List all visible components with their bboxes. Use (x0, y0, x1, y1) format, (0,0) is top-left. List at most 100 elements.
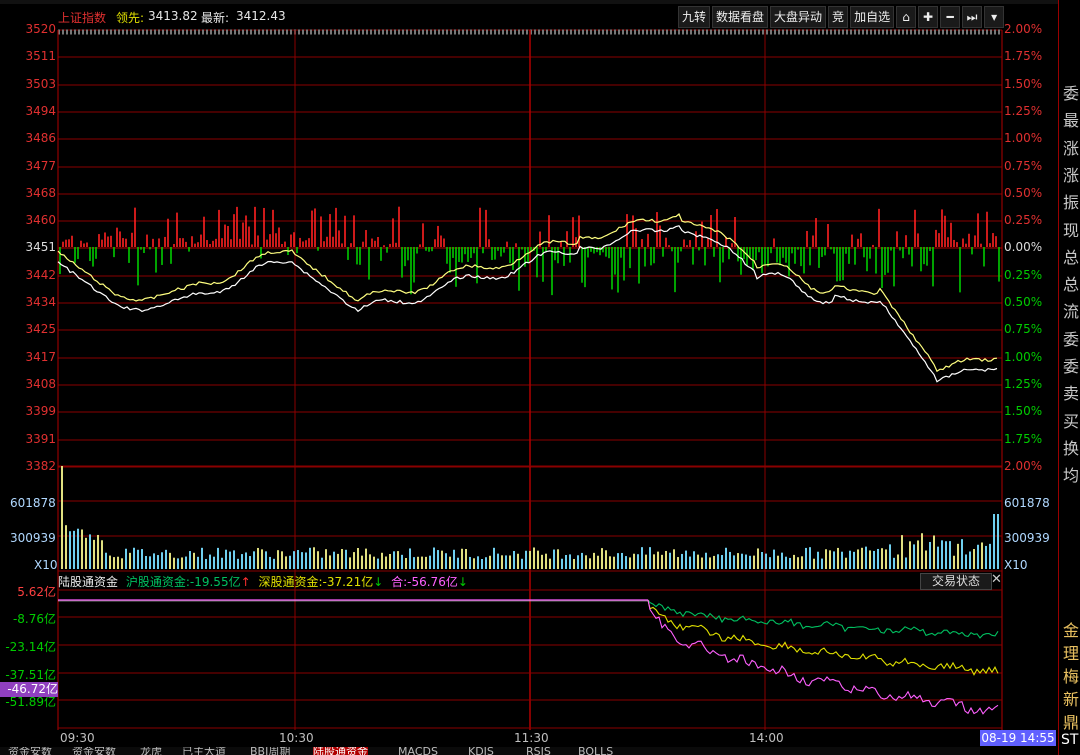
sidebar-stock-label[interactable]: 金 (1063, 617, 1079, 641)
sh-flow-arrow: ↑ (240, 575, 251, 589)
sidebar-label: 买 (1063, 411, 1080, 431)
bottom-tab[interactable]: 陆股通资金 (313, 747, 368, 755)
bottom-tab[interactable]: BBI周期 (250, 747, 290, 755)
volume-high-label: 601878 (10, 496, 56, 510)
volume-unit-label-left: X10 (34, 558, 58, 572)
skip-end-icon[interactable]: ⏭ (962, 6, 983, 28)
minus-icon[interactable]: ━ (940, 6, 961, 28)
sz-flow-label: 深股通资金: (258, 575, 323, 589)
bottom-tab[interactable]: MACDS (398, 747, 438, 755)
percent-tick-label: 1.50% (1004, 404, 1043, 418)
sidebar-stock-label[interactable]: 新 (1063, 686, 1079, 710)
price-tick-label: 3520 (25, 22, 56, 36)
volume-mid-label-right: 300939 (1004, 531, 1050, 545)
percent-tick-label: 0.00% (1004, 240, 1043, 254)
price-tick-label: 3391 (25, 432, 56, 446)
sidebar-label: 均 (1063, 466, 1080, 486)
jing-button[interactable]: 竞 (828, 6, 849, 28)
sidebar-label: 振 (1063, 193, 1080, 213)
sidebar-label: 卖 (1063, 384, 1080, 404)
bottom-tab[interactable]: RSIS (526, 747, 551, 755)
price-tick-label: 3468 (25, 186, 56, 200)
sidebar-label: 涨 (1063, 138, 1080, 158)
percent-tick-label: 0.75% (1004, 322, 1043, 336)
sum-flow-value: -56.76亿 (407, 575, 458, 589)
flow-tick-label: 5.62亿 (17, 585, 56, 599)
close-panel-icon[interactable]: ✕ (991, 572, 1002, 587)
sidebar-label: 流 (1063, 302, 1080, 322)
price-tick-label: 3442 (25, 268, 56, 282)
sidebar-label: 现 (1063, 220, 1080, 240)
percent-tick-label: 2.00% (1004, 459, 1043, 473)
sidebar-label: 涨 (1063, 165, 1080, 185)
sidebar-label: 委 (1063, 357, 1080, 376)
percent-tick-label: 0.50% (1004, 295, 1043, 309)
bottom-tab[interactable]: 已主大道 (182, 747, 226, 755)
sh-flow-value: -19.55亿 (189, 575, 241, 589)
latest-label: 最新: (201, 11, 230, 25)
add-watch-button[interactable]: 加自选 (850, 6, 895, 28)
percent-tick-label: 1.00% (1004, 350, 1043, 364)
intraday-chart[interactable] (0, 0, 1058, 755)
market-moves-button[interactable]: 大盘异动 (770, 6, 827, 28)
sidebar-stock-label[interactable]: ST (1061, 732, 1078, 748)
current-flow-label: -46.72亿 (0, 682, 58, 697)
sum-flow-arrow: ↓ (457, 575, 468, 589)
percent-tick-label: 0.25% (1004, 213, 1043, 227)
lead-value: 3413.82 (148, 9, 198, 23)
time-tick-label: 09:30 (60, 731, 95, 745)
flow-tick-label: -37.51亿 (5, 668, 56, 682)
sidebar-label: 总 (1063, 247, 1080, 267)
sidebar-stock-label[interactable]: 理 (1063, 640, 1079, 664)
price-tick-label: 3511 (25, 49, 56, 63)
bottom-tab[interactable]: 资金安数 (72, 747, 116, 755)
data-board-button[interactable]: 数据看盘 (712, 6, 769, 28)
percent-tick-label: 0.50% (1004, 186, 1043, 200)
percent-tick-label: 1.75% (1004, 432, 1043, 446)
percent-tick-label: 1.25% (1004, 104, 1043, 118)
price-tick-label: 3477 (25, 159, 56, 173)
lock-icon[interactable]: ⌂ (896, 6, 917, 28)
percent-tick-label: 1.00% (1004, 131, 1043, 145)
price-tick-label: 3486 (25, 131, 56, 145)
sidebar-label: 委 (1063, 84, 1080, 103)
price-tick-label: 3460 (25, 213, 56, 227)
price-tick-label: 3494 (25, 104, 56, 118)
percent-tick-label: 1.75% (1004, 49, 1043, 63)
price-lines (57, 213, 998, 383)
bottom-tab[interactable]: 龙虎 (140, 747, 162, 755)
index-title[interactable]: 上证指数 (58, 9, 106, 26)
sh-flow-line (647, 599, 999, 639)
price-tick-label: 3503 (25, 77, 56, 91)
sh-flow-label: 沪股通资金: (125, 575, 190, 589)
sidebar-stock-label[interactable]: 鼎 (1063, 709, 1079, 733)
trade-state-button[interactable]: 交易状态 (920, 573, 992, 590)
percent-tick-label: 1.25% (1004, 377, 1043, 391)
percent-tick-label: 0.25% (1004, 268, 1043, 282)
right-info-sidebar: 委最涨涨振现总总流委委卖买换均金理梅新鼎 ST (1058, 0, 1080, 755)
lead-label: 领先: (116, 11, 145, 25)
dropdown-icon[interactable]: ▾ (984, 6, 1005, 28)
bottom-tab[interactable]: KDJS (468, 747, 494, 755)
sz-flow-value: -37.21亿 (322, 575, 374, 589)
sum-flow-label: 合: (391, 575, 408, 589)
bottom-tab[interactable]: 资金安数 (8, 747, 52, 755)
jiuzhuan-button[interactable]: 九转 (678, 6, 711, 28)
time-badge: 08-19 14:55 (980, 730, 1056, 746)
plus-icon[interactable]: ✚ (918, 6, 939, 28)
price-tick-label: 3425 (25, 322, 56, 336)
price-tick-label: 3408 (25, 377, 56, 391)
percent-tick-label: 2.00% (1004, 22, 1043, 36)
hgt-panel-header: 陆股通资金 沪股通资金:-19.55亿↑ 深股通资金:-37.21亿 ↓ 合:-5… (58, 573, 468, 589)
volume-unit-label-right: X10 (1004, 558, 1028, 572)
chart-toolbar: 九转 数据看盘 大盘异动 竞 加自选 ⌂ ✚ ━ ⏭ ▾ (678, 6, 1005, 28)
bottom-tab[interactable]: BOLLS (578, 747, 613, 755)
price-tick-label: 3434 (25, 295, 56, 309)
hgt-title[interactable]: 陆股通资金 (58, 575, 118, 589)
chart-grid (57, 29, 1003, 730)
sidebar-label: 最 (1063, 111, 1080, 131)
time-tick-label: 14:00 (749, 731, 784, 745)
sidebar-stock-label[interactable]: 梅 (1063, 663, 1079, 687)
price-tick-label: 3451 (25, 240, 56, 254)
sz-flow-line (647, 599, 999, 676)
